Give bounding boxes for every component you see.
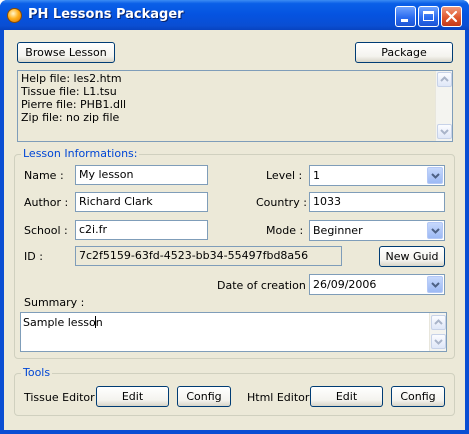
- date-of-creation-label: Date of creation :: [217, 279, 313, 292]
- mode-label: Mode :: [266, 224, 304, 237]
- author-field[interactable]: Richard Clark: [75, 192, 208, 212]
- tissue-editor-label: Tissue Editor: [24, 391, 95, 404]
- name-field[interactable]: My lesson: [75, 165, 208, 185]
- app-icon[interactable]: [7, 8, 22, 23]
- html-config-button[interactable]: Config: [391, 386, 445, 407]
- close-button[interactable]: [441, 6, 462, 27]
- name-label: Name :: [24, 169, 64, 182]
- date-dropdown-button[interactable]: [427, 276, 443, 293]
- summary-textarea[interactable]: Sample lesson: [20, 312, 447, 352]
- school-label: School :: [24, 224, 68, 237]
- country-field[interactable]: 1033: [309, 192, 445, 212]
- tools-group-title: Tools: [21, 366, 53, 379]
- new-guid-label: New Guid: [385, 250, 439, 263]
- chevron-up-icon: [440, 76, 449, 82]
- html-edit-label: Edit: [335, 390, 358, 403]
- client-area: Browse Lesson Package Help file: les2.ht…: [4, 30, 465, 430]
- package-button[interactable]: Package: [355, 42, 453, 63]
- maximize-icon: [423, 11, 434, 21]
- level-value: 1: [313, 169, 320, 182]
- package-label: Package: [381, 46, 427, 59]
- mode-dropdown-button[interactable]: [427, 222, 443, 239]
- app-window: PH Lessons Packager Browse Lesson Packag…: [0, 0, 469, 434]
- file-info-box[interactable]: Help file: les2.htm Tissue file: L1.tsu …: [17, 70, 453, 142]
- minimize-button[interactable]: [395, 6, 416, 27]
- author-label: Author :: [24, 196, 69, 209]
- tissue-config-label: Config: [186, 390, 222, 403]
- new-guid-button[interactable]: New Guid: [379, 246, 445, 267]
- summary-scrollbar[interactable]: [429, 313, 446, 351]
- id-label: ID :: [24, 250, 43, 263]
- id-field[interactable]: 7c2f5159-63fd-4523-bb34-55497fbd8a56: [75, 246, 342, 266]
- chevron-down-icon: [431, 228, 440, 234]
- window-title: PH Lessons Packager: [28, 7, 184, 22]
- scroll-up-button[interactable]: [437, 72, 452, 87]
- browse-lesson-button[interactable]: Browse Lesson: [17, 42, 115, 63]
- tissue-edit-button[interactable]: Edit: [96, 386, 169, 407]
- level-dropdown-button[interactable]: [427, 167, 443, 184]
- mode-value: Beginner: [313, 224, 363, 237]
- browse-lesson-label: Browse Lesson: [25, 46, 107, 59]
- info-line: Help file: les2.htm: [21, 72, 122, 85]
- chevron-down-icon: [431, 173, 440, 179]
- info-line: Zip file: no zip file: [21, 111, 120, 124]
- mode-select[interactable]: Beginner: [309, 220, 445, 241]
- title-bar[interactable]: PH Lessons Packager: [0, 0, 469, 30]
- date-picker[interactable]: 26/09/2006: [309, 274, 445, 295]
- date-value: 26/09/2006: [313, 278, 377, 291]
- summary-text: Sample lesson: [23, 316, 103, 329]
- summary-label: Summary :: [24, 296, 85, 309]
- chevron-up-icon: [434, 319, 443, 325]
- info-scrollbar[interactable]: [435, 71, 452, 141]
- html-config-label: Config: [400, 390, 436, 403]
- chevron-down-icon: [434, 339, 443, 345]
- level-select[interactable]: 1: [309, 165, 445, 186]
- info-line: Pierre file: PHB1.dll: [21, 98, 127, 111]
- tissue-edit-label: Edit: [121, 390, 144, 403]
- scroll-down-button[interactable]: [431, 334, 446, 349]
- chevron-down-icon: [440, 129, 449, 135]
- chevron-down-icon: [431, 282, 440, 288]
- scroll-down-button[interactable]: [437, 124, 452, 139]
- tissue-config-button[interactable]: Config: [177, 386, 231, 407]
- html-editor-label: Html Editor: [247, 391, 310, 404]
- school-field[interactable]: c2i.fr: [75, 220, 208, 240]
- maximize-button[interactable]: [418, 6, 439, 27]
- lesson-info-group-title: Lesson Informations:: [21, 147, 140, 160]
- scroll-up-button[interactable]: [431, 315, 446, 330]
- level-label: Level :: [266, 169, 303, 182]
- country-label: Country :: [256, 196, 307, 209]
- info-line: Tissue file: L1.tsu: [21, 85, 117, 98]
- minimize-icon: [401, 19, 408, 22]
- close-icon: [445, 10, 458, 23]
- html-edit-button[interactable]: Edit: [310, 386, 383, 407]
- text-caret: [95, 316, 96, 328]
